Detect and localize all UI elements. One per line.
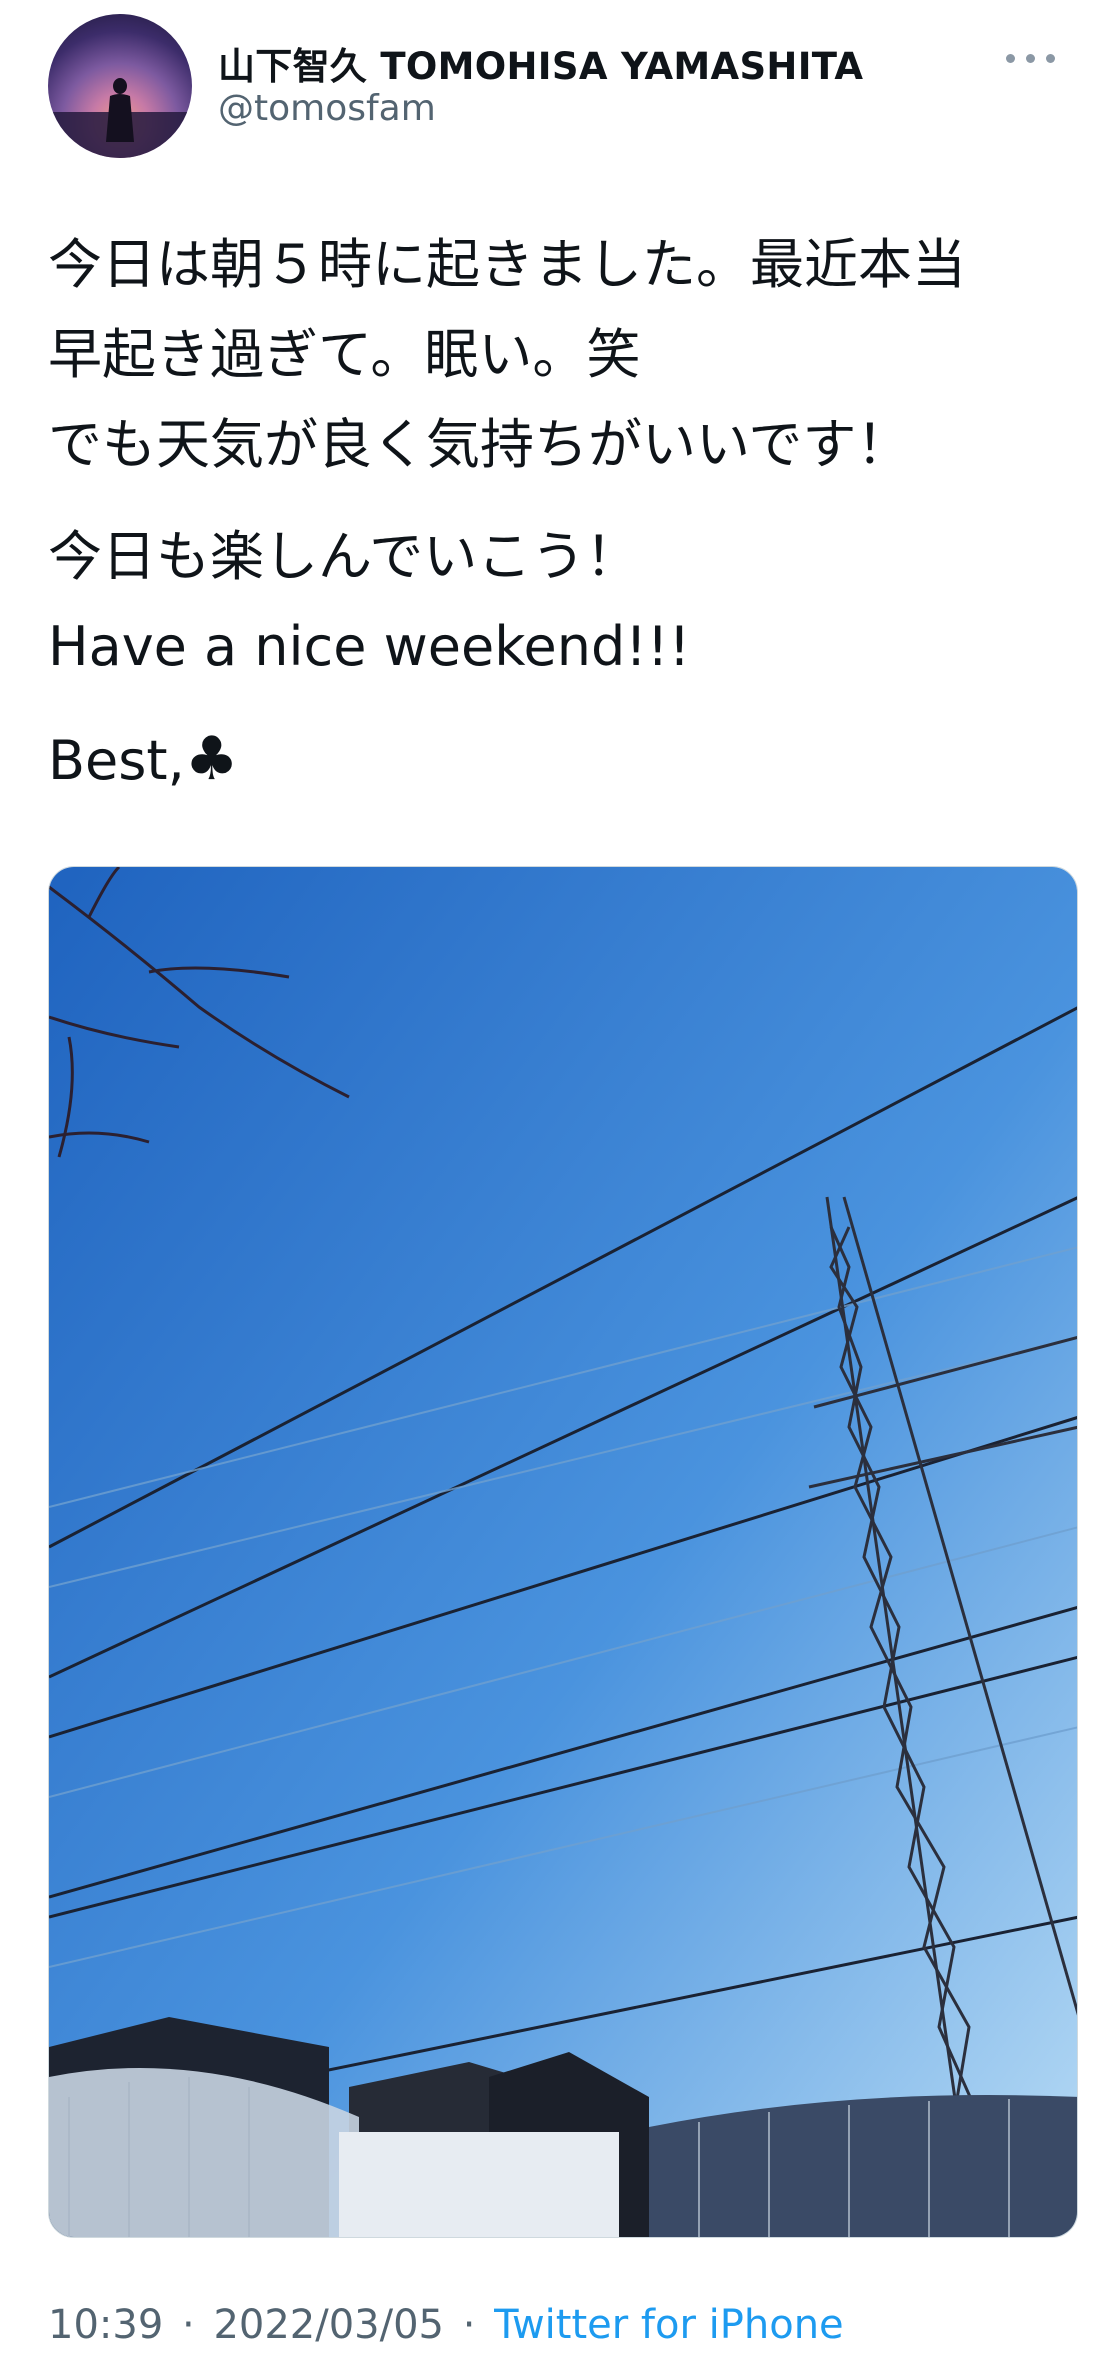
more-options-icon[interactable]	[1002, 42, 1058, 72]
meta-separator: ·	[182, 2302, 195, 2348]
tweet-paragraph: 今日も楽しんでいこう！ Have a nice weekend!!!	[48, 525, 691, 678]
avatar-silhouette-icon	[48, 78, 192, 158]
tweet-date[interactable]: 2022/03/05	[213, 2302, 444, 2348]
tweet-source-link[interactable]: Twitter for iPhone	[494, 2302, 844, 2348]
tweet-paragraph: 今日は朝５時に起きました。最近本当 早起き過ぎて。眠い。笑 でも天気が良く気持ち…	[48, 233, 966, 476]
club-suit-icon: ♣	[184, 724, 239, 794]
tweet-photo[interactable]	[48, 866, 1078, 2238]
display-name[interactable]: 山下智久 TOMOHISA YAMASHITA	[218, 36, 863, 90]
tweet-meta: 10:39 · 2022/03/05 · Twitter for iPhone	[48, 2302, 844, 2348]
meta-separator: ·	[462, 2302, 476, 2348]
tweet-signoff: Best,	[48, 729, 185, 792]
user-handle[interactable]: @tomosfam	[218, 88, 436, 129]
photo-sky-power-tower-icon	[49, 867, 1077, 2237]
tweet-time[interactable]: 10:39	[48, 2302, 163, 2348]
tweet-paragraph: Best,♣	[48, 714, 1068, 806]
tweet-header: 山下智久 TOMOHISA YAMASHITA @tomosfam	[48, 14, 1058, 164]
tweet-body: 今日は朝５時に起きました。最近本当 早起き過ぎて。眠い。笑 でも天気が良く気持ち…	[48, 220, 1068, 828]
avatar[interactable]	[48, 14, 192, 158]
